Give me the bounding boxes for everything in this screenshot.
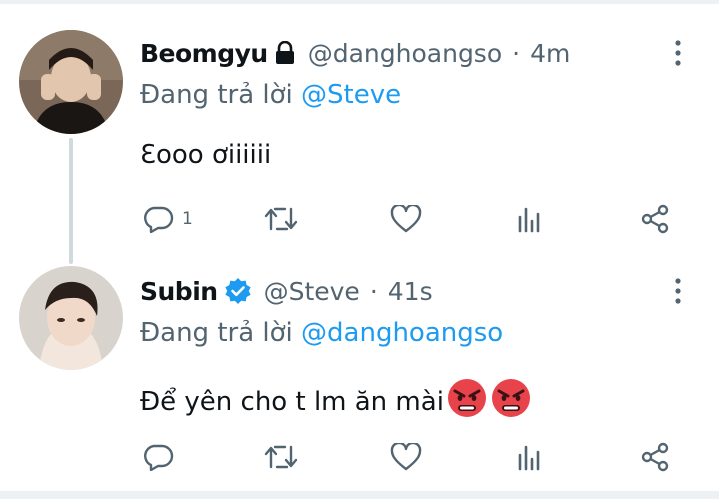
tweet-text: Để yên cho t lm ăn mài (140, 377, 532, 426)
avatar[interactable] (19, 30, 123, 134)
share-icon (641, 204, 669, 234)
handle[interactable]: @danghoangso (308, 39, 502, 68)
handle[interactable]: @Steve (264, 277, 360, 306)
like-button[interactable] (390, 199, 422, 239)
analytics-icon (518, 207, 540, 233)
tweet-text-content: Ɛooo ơiiiiii (140, 140, 272, 170)
bottom-divider (0, 491, 719, 499)
verified-icon (224, 277, 252, 305)
display-name[interactable]: Beomgyu (140, 39, 268, 68)
top-divider (0, 0, 719, 4)
reply-icon (144, 206, 174, 233)
heart-icon (390, 443, 422, 471)
more-options-icon[interactable] (664, 271, 692, 311)
heart-icon (390, 205, 422, 233)
analytics-icon (518, 445, 540, 471)
retweet-button[interactable] (264, 437, 298, 477)
timestamp[interactable]: 41s (388, 277, 433, 306)
replying-to-prefix: Đang trả lời (140, 80, 293, 110)
retweet-icon (264, 445, 298, 469)
tweet-header: Beomgyu @danghoangso · 4m (140, 33, 570, 73)
reply-button[interactable] (142, 437, 182, 477)
angry-face-emoji (446, 377, 488, 426)
retweet-icon (264, 207, 298, 231)
avatar[interactable] (19, 266, 123, 370)
tweet-text: Ɛooo ơiiiiii (140, 140, 271, 170)
replying-to-prefix: Đang trả lời (140, 318, 293, 348)
reply-button[interactable]: 1 (142, 199, 193, 239)
retweet-button[interactable] (264, 199, 298, 239)
tweet-actions (140, 437, 680, 477)
separator-dot: · (369, 276, 378, 306)
more-options-icon[interactable] (664, 33, 692, 73)
reply-icon (144, 444, 174, 471)
separator-dot: · (512, 38, 521, 68)
replying-to: Đang trả lời @danghoangso (140, 318, 503, 348)
mention-link[interactable]: @Steve (301, 80, 401, 110)
tweet-text-content: Để yên cho t lm ăn mài (140, 386, 444, 417)
thread-connector-line (69, 138, 73, 264)
share-icon (641, 442, 669, 472)
like-button[interactable] (390, 437, 422, 477)
share-button[interactable] (640, 199, 670, 239)
display-name[interactable]: Subin (140, 277, 218, 306)
replying-to: Đang trả lời @Steve (140, 80, 401, 110)
lock-icon (274, 41, 296, 65)
views-button[interactable] (516, 437, 544, 477)
reply-count: 1 (182, 209, 193, 229)
mention-link[interactable]: @danghoangso (301, 318, 503, 348)
share-button[interactable] (640, 437, 670, 477)
tweet-header: Subin @Steve · 41s (140, 271, 433, 311)
views-button[interactable] (516, 199, 544, 239)
tweet-actions: 1 (140, 199, 680, 239)
angry-face-emoji (490, 377, 532, 426)
timestamp[interactable]: 4m (530, 39, 570, 68)
